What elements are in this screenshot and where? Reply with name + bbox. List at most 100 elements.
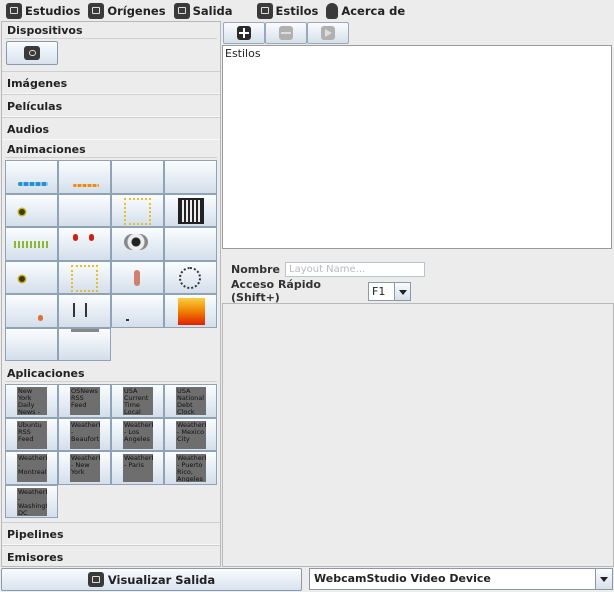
menu-estudios[interactable]: Estudios <box>2 0 84 21</box>
application-tile[interactable]: WeatherBug - Mexico City <box>164 417 217 451</box>
styles-panel: Estilos <box>222 21 614 250</box>
animation-tile[interactable] <box>111 260 164 294</box>
section-emisores[interactable]: Emisores <box>2 545 220 566</box>
hotkey-value: F1 <box>368 281 394 301</box>
hotkey-select[interactable]: F1 <box>368 281 411 301</box>
animation-tile[interactable] <box>5 327 58 361</box>
output-icon <box>173 2 190 19</box>
section-aplicaciones[interactable]: Aplicaciones <box>2 365 220 381</box>
application-tile[interactable]: WeatherBug - Montreal <box>5 451 58 485</box>
animation-tile[interactable] <box>5 227 58 261</box>
section-audios-label: Audios <box>7 123 50 136</box>
animation-tile[interactable] <box>58 160 111 194</box>
section-audios[interactable]: Audios <box>2 117 220 140</box>
webcam-icon <box>24 46 40 60</box>
output-device-value: WebcamStudio Video Device <box>314 572 491 585</box>
section-imagenes[interactable]: Imágenes <box>2 71 220 94</box>
animation-tile[interactable] <box>5 260 58 294</box>
nombre-label: Nombre <box>231 262 280 276</box>
visualizar-salida-button[interactable]: Visualizar Salida <box>1 568 302 591</box>
animation-tile[interactable] <box>164 294 217 328</box>
acceso-rapido-label: Acceso Rápido (Shift+) <box>231 278 321 304</box>
menu-origenes[interactable]: Orígenes <box>84 0 169 21</box>
menu-bar: Estudios Orígenes Salida Estilos Acerca … <box>0 0 614 21</box>
play-icon <box>321 26 335 40</box>
menu-acerca-label: Acerca de <box>341 3 406 18</box>
animation-tile[interactable] <box>5 193 58 227</box>
animation-tile[interactable] <box>58 260 111 294</box>
application-tile[interactable]: USA Current Time Local <box>111 384 164 418</box>
animation-tile[interactable] <box>5 160 58 194</box>
animation-tile[interactable] <box>5 294 58 328</box>
application-thumbnail: WeatherBug - Washington DC <box>17 487 47 516</box>
apply-style-button[interactable] <box>307 22 349 44</box>
applications-grid: New York Daily News - Photo OSNews RSS Fe… <box>2 384 220 518</box>
minus-icon <box>279 26 293 40</box>
animations-grid <box>2 160 220 361</box>
section-dispositivos[interactable]: Dispositivos <box>2 22 220 38</box>
section-animaciones[interactable]: Animaciones <box>2 141 220 157</box>
application-thumbnail: WeatherBug - New York <box>70 454 100 482</box>
application-thumbnail: Ubuntu RSS Feed <box>17 420 47 449</box>
section-pipelines-label: Pipelines <box>7 528 64 541</box>
chevron-down-icon[interactable] <box>595 569 612 589</box>
animation-tile[interactable] <box>58 294 111 328</box>
menu-estilos[interactable]: Estilos <box>253 0 323 21</box>
sources-icon <box>88 2 105 19</box>
application-tile[interactable]: WeatherBug - Beaufort <box>58 417 111 451</box>
animation-tile[interactable] <box>111 294 164 328</box>
properties-panel <box>222 303 614 567</box>
remove-style-button[interactable] <box>265 22 307 44</box>
section-peliculas-label: Películas <box>7 100 63 113</box>
chevron-down-icon[interactable] <box>394 281 411 301</box>
animation-tile[interactable] <box>58 227 111 261</box>
menu-origenes-label: Orígenes <box>107 3 166 18</box>
menu-acerca[interactable]: Acerca de <box>322 0 409 21</box>
layout-form: Nombre Layout Name... Acceso Rápido (Shi… <box>222 258 614 304</box>
application-thumbnail: WeatherBug - Mexico City <box>176 420 206 449</box>
application-thumbnail: WeatherBug - Montreal <box>17 454 47 482</box>
section-pipelines[interactable]: Pipelines <box>2 522 220 545</box>
styles-list[interactable]: Estilos <box>222 45 612 249</box>
animation-tile[interactable] <box>164 227 217 261</box>
application-tile[interactable]: WeatherBug - Los Angeles <box>111 417 164 451</box>
add-style-button[interactable] <box>223 22 265 44</box>
studio-icon <box>6 2 22 19</box>
application-thumbnail: USA Current Time Local <box>123 387 153 415</box>
styles-root-item[interactable]: Estilos <box>225 47 261 60</box>
animation-tile[interactable] <box>111 193 164 227</box>
application-thumbnail: WeatherBug - Los Angeles <box>123 420 153 449</box>
application-tile[interactable]: WeatherBug - Paris <box>111 451 164 485</box>
menu-estudios-label: Estudios <box>25 3 81 18</box>
application-thumbnail: USA National Debt Clock <box>176 387 206 415</box>
application-thumbnail: WeatherBug - Puerto Rico, Angeles <box>176 454 206 482</box>
menu-estilos-label: Estilos <box>275 3 319 18</box>
section-imagenes-label: Imágenes <box>7 77 68 90</box>
animation-tile[interactable] <box>58 193 111 227</box>
bulb-icon <box>326 2 339 19</box>
application-tile[interactable]: Ubuntu RSS Feed <box>5 417 58 451</box>
menu-salida-label: Salida <box>192 3 233 18</box>
source-panel: Dispositivos Imágenes Películas Audios A… <box>1 21 221 567</box>
layout-name-input[interactable]: Layout Name... <box>285 261 425 277</box>
styles-icon <box>256 2 273 19</box>
application-tile[interactable]: WeatherBug - Puerto Rico, Angeles <box>164 451 217 485</box>
section-peliculas[interactable]: Películas <box>2 94 220 117</box>
animation-tile[interactable] <box>164 260 217 294</box>
output-icon <box>87 572 104 587</box>
animation-tile[interactable] <box>111 160 164 194</box>
application-tile[interactable]: USA National Debt Clock <box>164 384 217 418</box>
application-tile[interactable]: OSNews RSS Feed <box>58 384 111 418</box>
output-device-select[interactable]: WebcamStudio Video Device <box>309 568 613 590</box>
menu-salida[interactable]: Salida <box>170 0 237 21</box>
application-thumbnail: WeatherBug - Paris <box>123 454 153 482</box>
application-tile[interactable]: WeatherBug - New York <box>58 451 111 485</box>
animation-tile[interactable] <box>58 327 111 361</box>
application-tile[interactable]: WeatherBug - Washington DC <box>5 484 58 518</box>
application-tile[interactable]: New York Daily News - Photo <box>5 384 58 418</box>
animation-tile[interactable] <box>111 227 164 261</box>
application-thumbnail: WeatherBug - Beaufort <box>70 420 100 449</box>
device-webcam-button[interactable] <box>6 41 58 65</box>
animation-tile[interactable] <box>164 160 217 194</box>
animation-tile[interactable] <box>164 193 217 227</box>
